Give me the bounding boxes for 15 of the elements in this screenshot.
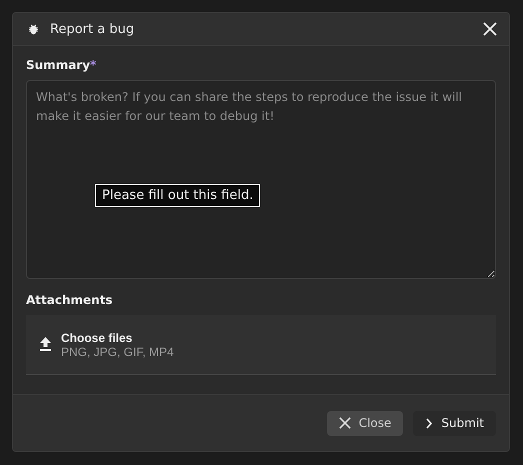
submit-button[interactable]: Submit	[413, 410, 496, 436]
upload-icon	[39, 337, 52, 352]
close-button[interactable]	[483, 22, 497, 36]
section-label: Attachments	[26, 293, 114, 307]
field-label: Summary*	[26, 58, 98, 72]
bug-icon	[27, 22, 40, 36]
upload-title: Choose files	[61, 330, 134, 344]
close-button[interactable]: Close	[326, 410, 404, 436]
file-upload[interactable]: Choose files PNG, JPG, GIF, MP4	[26, 315, 496, 375]
close-icon	[483, 22, 497, 36]
upload-hint: PNG, JPG, GIF, MP4	[61, 344, 174, 358]
chevron-icon	[425, 418, 434, 428]
validation-tooltip: Please fill out this field.	[95, 184, 260, 207]
close-icon	[338, 417, 351, 429]
dialog-title: Report a bug	[50, 22, 136, 36]
